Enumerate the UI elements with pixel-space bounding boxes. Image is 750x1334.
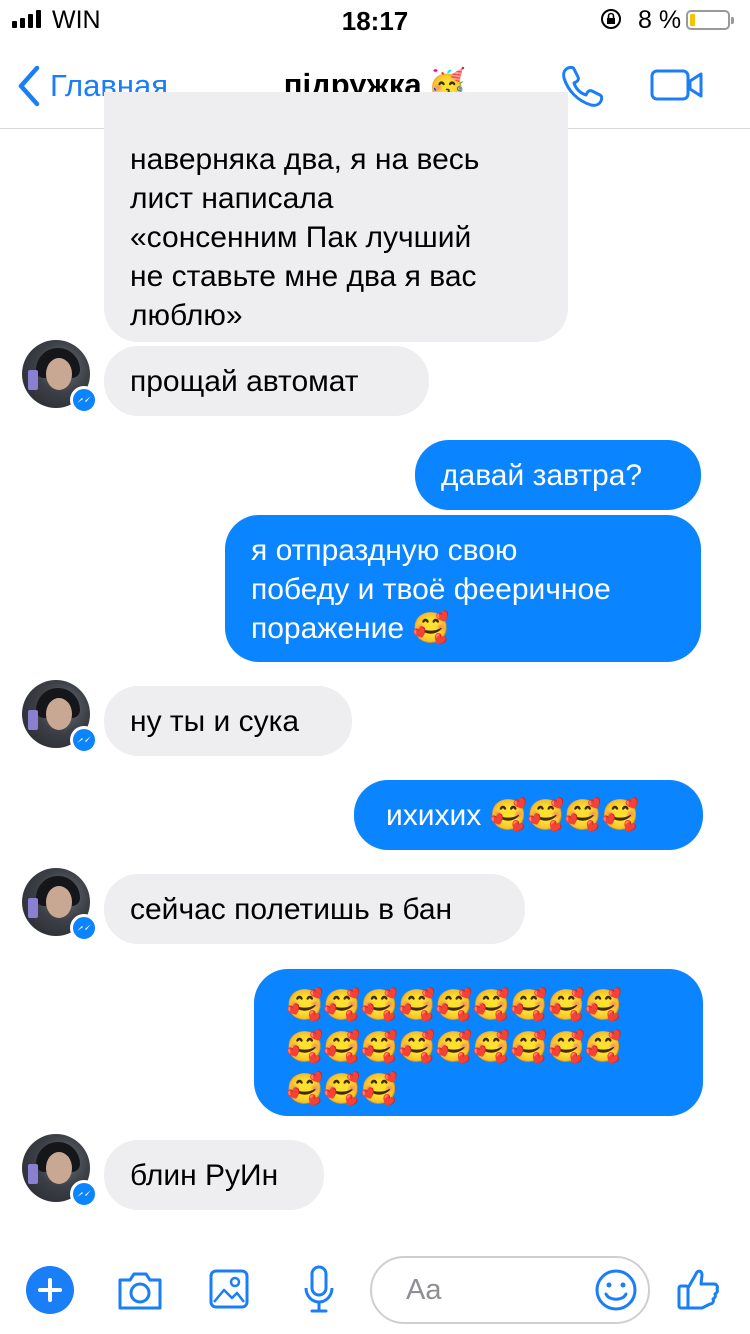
thumbs-up-icon[interactable]	[676, 1266, 720, 1312]
message-bubble-incoming[interactable]: блин РуИн	[104, 1140, 324, 1210]
contact-avatar[interactable]	[22, 868, 98, 942]
status-bar: WIN 18:17 8 %	[0, 0, 750, 40]
message-bubble-outgoing[interactable]: ихихих 🥰🥰🥰🥰	[354, 780, 703, 850]
video-camera-icon[interactable]	[650, 68, 704, 102]
messenger-badge-icon	[70, 1180, 98, 1208]
contact-avatar[interactable]	[22, 680, 98, 754]
rotation-lock-icon	[601, 9, 621, 29]
battery-percentage: 8 %	[638, 6, 682, 34]
message-bubble-outgoing[interactable]: давай завтра?	[415, 440, 701, 510]
plus-icon[interactable]	[26, 1266, 74, 1314]
messenger-badge-icon	[70, 914, 98, 942]
message-composer	[0, 1240, 750, 1334]
photo-icon[interactable]	[208, 1268, 250, 1310]
message-bubble-outgoing[interactable]: я отпраздную свою победу и твоё феерично…	[225, 515, 701, 662]
microphone-icon[interactable]	[302, 1264, 336, 1314]
message-list[interactable]: наверняка два, я на весь лист написала «…	[0, 92, 750, 1228]
contact-avatar[interactable]	[22, 1134, 98, 1208]
message-bubble-outgoing[interactable]: 🥰🥰🥰🥰🥰🥰🥰🥰🥰 🥰🥰🥰🥰🥰🥰🥰🥰🥰 🥰🥰🥰	[254, 969, 703, 1116]
message-bubble-incoming[interactable]: наверняка два, я на весь лист написала «…	[104, 92, 568, 342]
messenger-badge-icon	[70, 386, 98, 414]
message-bubble-incoming[interactable]: прощай автомат	[104, 346, 429, 416]
camera-icon[interactable]	[116, 1268, 164, 1312]
message-bubble-incoming[interactable]: сейчас полетишь в бан	[104, 874, 525, 944]
contact-avatar[interactable]	[22, 340, 98, 414]
message-bubble-incoming[interactable]: ну ты и сука	[104, 686, 352, 756]
battery-icon	[686, 10, 734, 30]
smiley-icon[interactable]	[594, 1268, 638, 1312]
messenger-badge-icon	[70, 726, 98, 754]
